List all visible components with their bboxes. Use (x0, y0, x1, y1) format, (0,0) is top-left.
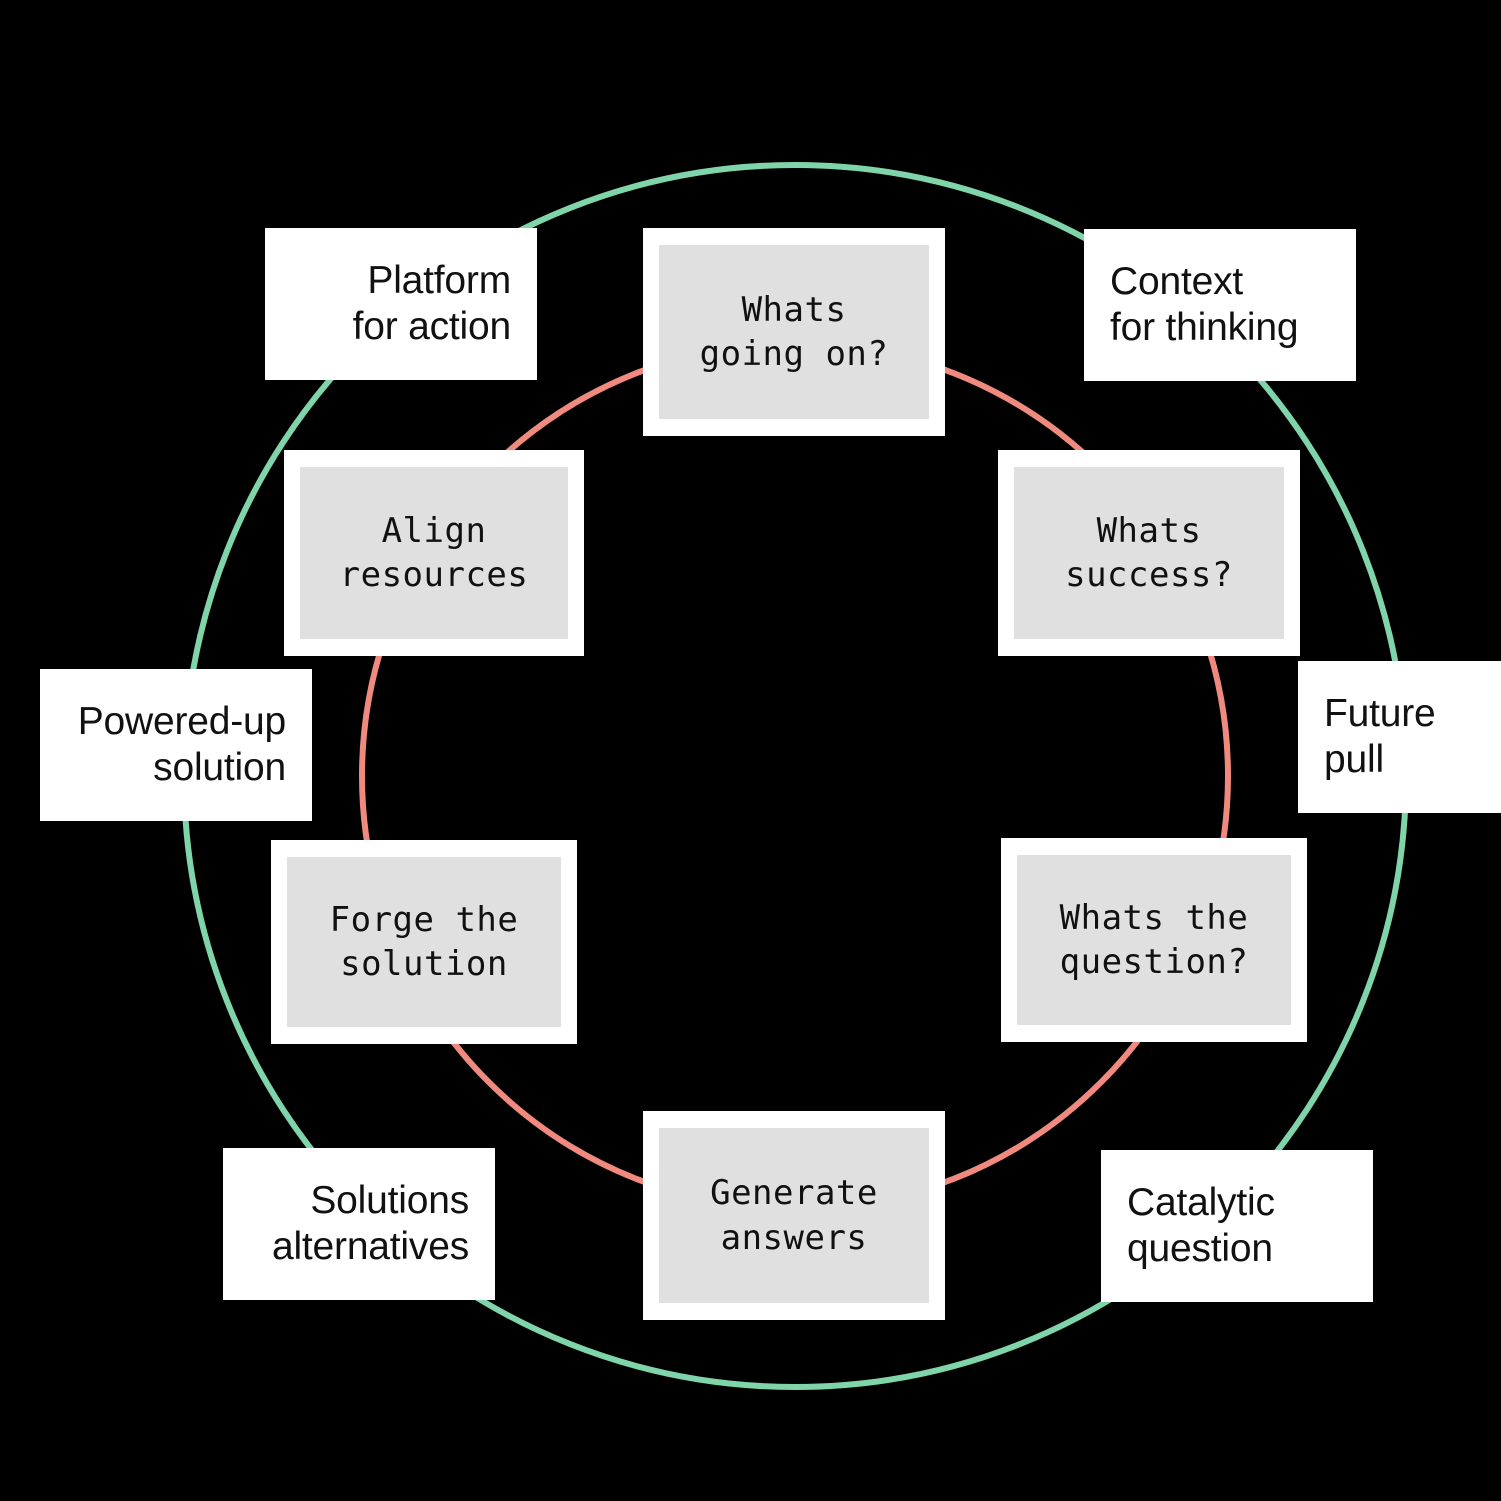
node-align-resources[interactable]: Align resources (284, 450, 584, 656)
node-whats-the-question[interactable]: Whats the question? (1001, 838, 1307, 1042)
label-text: Future pull (1324, 691, 1436, 781)
node-label: Align resources (300, 467, 568, 639)
label-text: Platform for action (352, 258, 512, 348)
node-label: Forge the solution (287, 857, 561, 1027)
label-future-pull[interactable]: Future pull (1298, 661, 1501, 813)
node-label: Whats success? (1014, 467, 1284, 639)
node-forge-the-solution[interactable]: Forge the solution (271, 840, 577, 1044)
diagram-canvas: Whats going on? Whats success? Whats the… (0, 0, 1501, 1501)
node-generate-answers[interactable]: Generate answers (643, 1111, 945, 1320)
label-platform-for-action[interactable]: Platform for action (265, 228, 537, 380)
node-whats-success[interactable]: Whats success? (998, 450, 1300, 656)
label-text: Catalytic question (1127, 1180, 1275, 1270)
label-solutions-alternatives[interactable]: Solutions alternatives (223, 1148, 495, 1300)
label-context-for-thinking[interactable]: Context for thinking (1084, 229, 1356, 381)
node-label: Generate answers (659, 1128, 929, 1303)
label-text: Context for thinking (1110, 259, 1299, 349)
label-text: Solutions alternatives (271, 1178, 469, 1268)
label-catalytic-question[interactable]: Catalytic question (1101, 1150, 1373, 1302)
label-text: Powered-up solution (77, 699, 286, 789)
node-label: Whats going on? (659, 245, 929, 419)
node-whats-going-on[interactable]: Whats going on? (643, 228, 945, 436)
label-powered-up-solution[interactable]: Powered-up solution (40, 669, 312, 821)
node-label: Whats the question? (1017, 855, 1291, 1025)
